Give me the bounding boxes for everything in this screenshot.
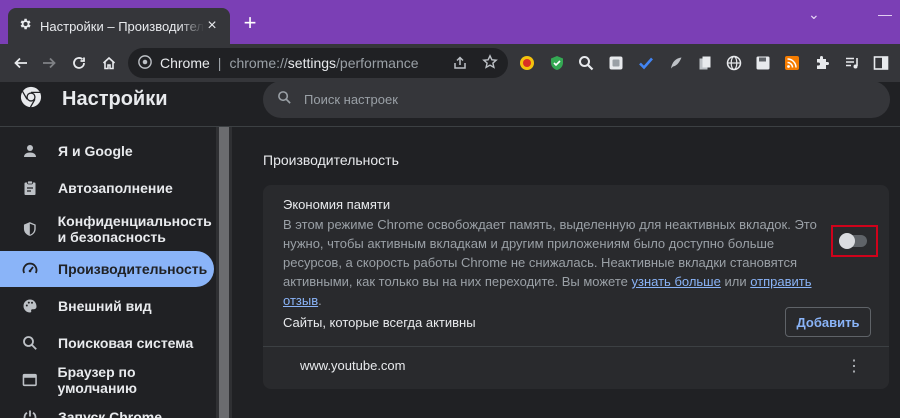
address-bar[interactable]: Chrome | chrome://settings/performance bbox=[128, 48, 508, 78]
sidebar-item-appearance[interactable]: Внешний вид bbox=[0, 288, 214, 324]
sidebar-item-autofill[interactable]: Автозаполнение bbox=[0, 170, 214, 206]
sidebar-item-on-startup[interactable]: Запуск Chrome bbox=[0, 399, 214, 418]
extension-documents-icon[interactable] bbox=[697, 55, 713, 71]
gear-icon bbox=[18, 17, 32, 36]
clipboard-icon bbox=[24, 180, 36, 195]
extension-floppy-icon[interactable] bbox=[755, 55, 771, 71]
memory-saver-title: Экономия памяти bbox=[283, 197, 391, 212]
sidebar-item-label: Я и Google bbox=[58, 143, 133, 159]
more-actions-icon[interactable]: ⋮ bbox=[846, 358, 862, 376]
sidebar-item-performance[interactable]: Производительность bbox=[0, 251, 214, 287]
search-icon bbox=[23, 336, 37, 350]
sidebar-item-privacy[interactable]: Конфиденциальность и безопасность bbox=[0, 208, 214, 250]
section-heading: Производительность bbox=[263, 152, 399, 168]
sidebar-item-label: Внешний вид bbox=[58, 298, 152, 314]
sidebar-scroll-thumb[interactable] bbox=[219, 127, 229, 418]
toolbar: Chrome | chrome://settings/performance bbox=[0, 44, 900, 82]
back-button[interactable] bbox=[8, 50, 34, 76]
title-bar: Настройки – Производительность × + ⌄ — bbox=[0, 0, 900, 44]
browser-icon bbox=[22, 373, 37, 387]
row-divider bbox=[263, 346, 889, 347]
home-button[interactable] bbox=[96, 50, 122, 76]
chrome-icon bbox=[138, 54, 152, 72]
search-icon bbox=[277, 90, 292, 110]
sidebar-item-label: Поисковая система bbox=[58, 335, 194, 351]
site-entry: www.youtube.com bbox=[300, 358, 406, 373]
learn-more-link[interactable]: узнать больше bbox=[632, 274, 721, 289]
extension-globe-icon[interactable] bbox=[726, 55, 742, 71]
extension-shield-check-icon[interactable] bbox=[549, 55, 565, 71]
url-separator: | bbox=[217, 55, 222, 71]
extension-quill-icon[interactable] bbox=[668, 55, 684, 71]
forward-button[interactable] bbox=[36, 50, 62, 76]
sidebar-item-search-engine[interactable]: Поисковая система bbox=[0, 325, 214, 361]
close-icon[interactable]: × bbox=[204, 18, 220, 34]
reload-icon bbox=[73, 57, 85, 69]
arrow-right-icon bbox=[43, 57, 56, 69]
person-icon bbox=[24, 145, 36, 157]
sidebar-item-label: Конфиденциальность и безопасность bbox=[57, 213, 212, 245]
arrow-left-icon bbox=[14, 57, 27, 69]
extension-square-icon[interactable] bbox=[608, 55, 624, 71]
always-active-sites-title: Сайты, которые всегда активны bbox=[283, 315, 476, 330]
reload-button[interactable] bbox=[66, 50, 92, 76]
page-title: Настройки bbox=[62, 88, 168, 110]
add-site-button[interactable]: Добавить bbox=[785, 307, 871, 337]
home-icon bbox=[102, 56, 116, 70]
share-icon[interactable] bbox=[452, 55, 468, 76]
settings-search[interactable] bbox=[263, 81, 890, 118]
url-text: chrome://settings/performance bbox=[229, 55, 419, 71]
memory-saver-toggle[interactable] bbox=[839, 233, 867, 249]
extensions-puzzle-icon[interactable] bbox=[814, 55, 830, 71]
minimize-icon[interactable]: — bbox=[878, 6, 892, 22]
site-name: Chrome bbox=[160, 55, 210, 71]
sidebar-item-label: Производительность bbox=[58, 261, 208, 277]
sidebar-item-you-and-google[interactable]: Я и Google bbox=[0, 133, 214, 169]
speedometer-icon bbox=[22, 262, 38, 274]
sidebar-item-label: Браузер по умолчанию bbox=[57, 364, 137, 396]
side-panel-icon[interactable] bbox=[873, 55, 889, 71]
sidebar-item-label: Запуск Chrome bbox=[58, 409, 163, 418]
new-tab-button[interactable]: + bbox=[238, 12, 262, 36]
sidebar: Я и Google Автозаполнение Конфиденциальн… bbox=[0, 127, 216, 418]
tab-title: Настройки – Производительность bbox=[40, 18, 204, 34]
extension-rss-icon[interactable] bbox=[784, 55, 800, 71]
memory-saver-description: В этом режиме Chrome освобождает память,… bbox=[283, 217, 817, 308]
extension-magnifier-icon[interactable] bbox=[578, 55, 594, 71]
media-controls-icon[interactable] bbox=[844, 55, 860, 71]
shield-icon bbox=[23, 222, 36, 236]
chrome-logo-icon bbox=[20, 86, 42, 108]
extension-checkmark-icon[interactable] bbox=[638, 55, 654, 71]
chevron-down-icon[interactable]: ⌄ bbox=[808, 6, 820, 23]
sidebar-item-default-browser[interactable]: Браузер по умолчанию bbox=[0, 362, 214, 398]
palette-icon bbox=[23, 299, 37, 313]
extension-ladybug-icon[interactable] bbox=[519, 55, 535, 71]
power-icon bbox=[23, 410, 37, 418]
sidebar-item-label: Автозаполнение bbox=[58, 180, 173, 196]
toggle-knob bbox=[839, 233, 855, 249]
search-input[interactable] bbox=[304, 92, 804, 107]
tab-settings[interactable]: Настройки – Производительность × bbox=[8, 8, 230, 44]
bookmark-star-icon[interactable] bbox=[482, 54, 498, 75]
